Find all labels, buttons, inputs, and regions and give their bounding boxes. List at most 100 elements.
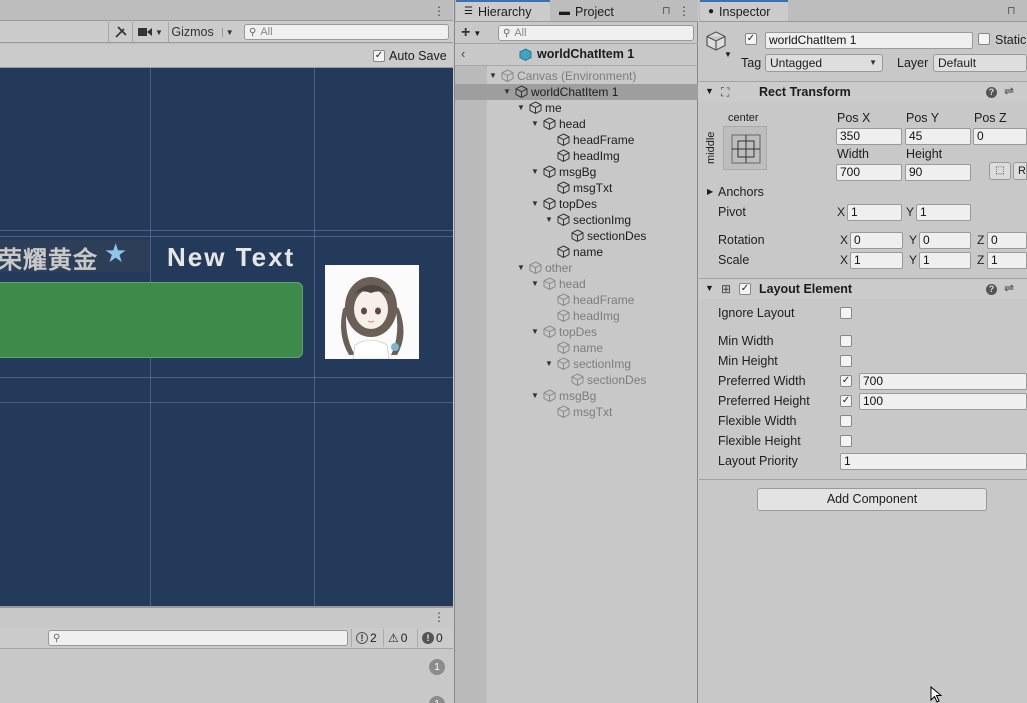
hierarchy-row[interactable]: ▼ head (455, 276, 698, 292)
hierarchy-row[interactable]: headImg (455, 308, 698, 324)
pos-x-field[interactable]: 350 (836, 128, 902, 145)
expand-arrow-icon[interactable]: ▼ (502, 84, 512, 100)
pos-y-field[interactable]: 45 (905, 128, 971, 145)
console-menu-icon[interactable]: ⋮ (433, 610, 445, 624)
pivot-y-field[interactable]: 1 (916, 204, 971, 221)
width-field[interactable]: 700 (836, 164, 902, 181)
lock-icon[interactable]: ⊓ (662, 4, 671, 17)
hierarchy-menu-icon[interactable]: ⋮ (678, 4, 690, 18)
back-arrow-icon[interactable]: ‹ (461, 46, 465, 61)
expand-arrow-icon[interactable]: ▼ (544, 356, 554, 372)
hierarchy-row[interactable]: ▼ Canvas (Environment) (455, 68, 698, 84)
expand-arrow-icon[interactable]: ▼ (530, 164, 540, 180)
object-name-field[interactable]: worldChatItem 1 (765, 32, 973, 49)
preferred-height-field[interactable]: 100 (859, 393, 1027, 410)
auto-save-checkbox[interactable]: ✓ (373, 50, 385, 62)
expand-arrow-icon[interactable]: ▼ (544, 212, 554, 228)
scale-x-field[interactable]: 1 (850, 252, 903, 269)
tab-project[interactable]: ▬ Project (551, 1, 641, 22)
layout-element-enabled-checkbox[interactable]: ✓ (739, 283, 751, 295)
chevron-down-icon: ▼ (869, 58, 877, 67)
hierarchy-row[interactable]: ▼ head (455, 116, 698, 132)
hierarchy-row[interactable]: ▼ other (455, 260, 698, 276)
hierarchy-row[interactable]: ▼ sectionImg (455, 212, 698, 228)
expand-arrow-icon[interactable]: ▼ (516, 260, 526, 276)
hierarchy-row[interactable]: ▼ sectionImg (455, 356, 698, 372)
static-checkbox[interactable] (978, 33, 990, 45)
expand-arrow-icon[interactable]: ▼ (516, 100, 526, 116)
rect-transform-header[interactable]: ▼ ⛶ Rect Transform ? ⇌ (699, 81, 1027, 102)
tools-icon[interactable] (108, 22, 132, 42)
hierarchy-row[interactable]: headFrame (455, 132, 698, 148)
flexible-width-checkbox[interactable] (840, 415, 852, 427)
hierarchy-row[interactable]: msgTxt (455, 180, 698, 196)
hierarchy-row[interactable]: ▼ msgBg (455, 388, 698, 404)
settings-sliders-icon[interactable]: ⇌ (1004, 281, 1014, 295)
lock-icon[interactable]: ⊓ (1007, 4, 1016, 17)
preferred-width-field[interactable]: 700 (859, 373, 1027, 390)
rotation-z-field[interactable]: 0 (987, 232, 1027, 249)
hierarchy-row[interactable]: headImg (455, 148, 698, 164)
hierarchy-row[interactable]: ▼ me (455, 100, 698, 116)
preferred-width-checkbox[interactable]: ✓ (840, 375, 852, 387)
expand-arrow-icon[interactable]: ▼ (530, 324, 540, 340)
scale-y-field[interactable]: 1 (919, 252, 971, 269)
expand-arrow-icon[interactable]: ▼ (530, 276, 540, 292)
message-toggle[interactable]: ! 0 (417, 629, 447, 647)
chevron-down-icon[interactable]: ▼ (724, 50, 732, 59)
error-toggle[interactable]: ! 2 (351, 629, 381, 647)
tab-inspector[interactable]: ● Inspector (700, 0, 788, 21)
add-component-button[interactable]: Add Component (757, 488, 987, 511)
min-width-checkbox[interactable] (840, 335, 852, 347)
layout-priority-field[interactable]: 1 (840, 453, 1027, 470)
scene-search-input[interactable]: ⚲ All (244, 24, 449, 40)
hierarchy-row-label: headFrame (573, 133, 635, 147)
hierarchy-row[interactable]: sectionDes (455, 228, 698, 244)
gizmos-dropdown[interactable]: Gizmos ▼ (168, 22, 236, 42)
expand-arrow-icon[interactable]: ▼ (530, 196, 540, 212)
console-search-input[interactable]: ⚲ (48, 630, 348, 646)
scene-viewport[interactable]: 荣耀黄金 ★ New Text (0, 68, 453, 606)
auto-save-toggle[interactable]: ✓ Auto Save (373, 49, 447, 63)
anchor-preset-button[interactable] (723, 126, 767, 170)
scene-menu-icon[interactable]: ⋮ (433, 4, 445, 18)
hierarchy-row[interactable]: ▼ topDes (455, 324, 698, 340)
chevron-right-icon[interactable]: ▶ (707, 187, 713, 196)
tab-hierarchy[interactable]: ☰ Hierarchy (456, 0, 550, 21)
hierarchy-row[interactable]: ▼ worldChatItem 1 (455, 84, 698, 100)
camera-dropdown[interactable]: ▼ (132, 22, 168, 42)
active-checkbox[interactable]: ✓ (745, 33, 757, 45)
raw-edit-button[interactable]: R (1013, 162, 1027, 180)
flexible-height-checkbox[interactable] (840, 435, 852, 447)
hierarchy-row[interactable]: headFrame (455, 292, 698, 308)
layer-dropdown[interactable]: Default (933, 54, 1027, 72)
expand-arrow-icon[interactable]: ▼ (488, 68, 498, 84)
hierarchy-row[interactable]: sectionDes (455, 372, 698, 388)
scale-z-field[interactable]: 1 (987, 252, 1027, 269)
hierarchy-row[interactable]: ▼ msgBg (455, 164, 698, 180)
height-field[interactable]: 90 (905, 164, 971, 181)
hierarchy-row[interactable]: ▼ topDes (455, 196, 698, 212)
expand-arrow-icon[interactable]: ▼ (530, 116, 540, 132)
rotation-x-field[interactable]: 0 (850, 232, 903, 249)
preferred-height-checkbox[interactable]: ✓ (840, 395, 852, 407)
hierarchy-row[interactable]: name (455, 340, 698, 356)
warning-toggle[interactable]: ⚠ 0 (383, 629, 411, 647)
hierarchy-search-input[interactable]: ⚲ All (498, 25, 694, 41)
pivot-x-field[interactable]: 1 (847, 204, 902, 221)
anchors-label[interactable]: Anchors (718, 185, 764, 199)
settings-sliders-icon[interactable]: ⇌ (1004, 84, 1014, 98)
help-icon[interactable]: ? (986, 284, 997, 295)
help-icon[interactable]: ? (986, 87, 997, 98)
hierarchy-row[interactable]: msgTxt (455, 404, 698, 420)
rotation-y-field[interactable]: 0 (919, 232, 971, 249)
ignore-layout-checkbox[interactable] (840, 307, 852, 319)
create-button[interactable]: + ▼ (461, 24, 481, 42)
min-height-checkbox[interactable] (840, 355, 852, 367)
pos-z-field[interactable]: 0 (973, 128, 1027, 145)
expand-arrow-icon[interactable]: ▼ (530, 388, 540, 404)
hierarchy-row[interactable]: name (455, 244, 698, 260)
layout-element-header[interactable]: ▼ ⊞ ✓ Layout Element ? ⇌ (699, 278, 1027, 299)
tag-dropdown[interactable]: Untagged ▼ (765, 54, 883, 72)
blueprint-mode-button[interactable]: ⬚ (989, 162, 1011, 180)
